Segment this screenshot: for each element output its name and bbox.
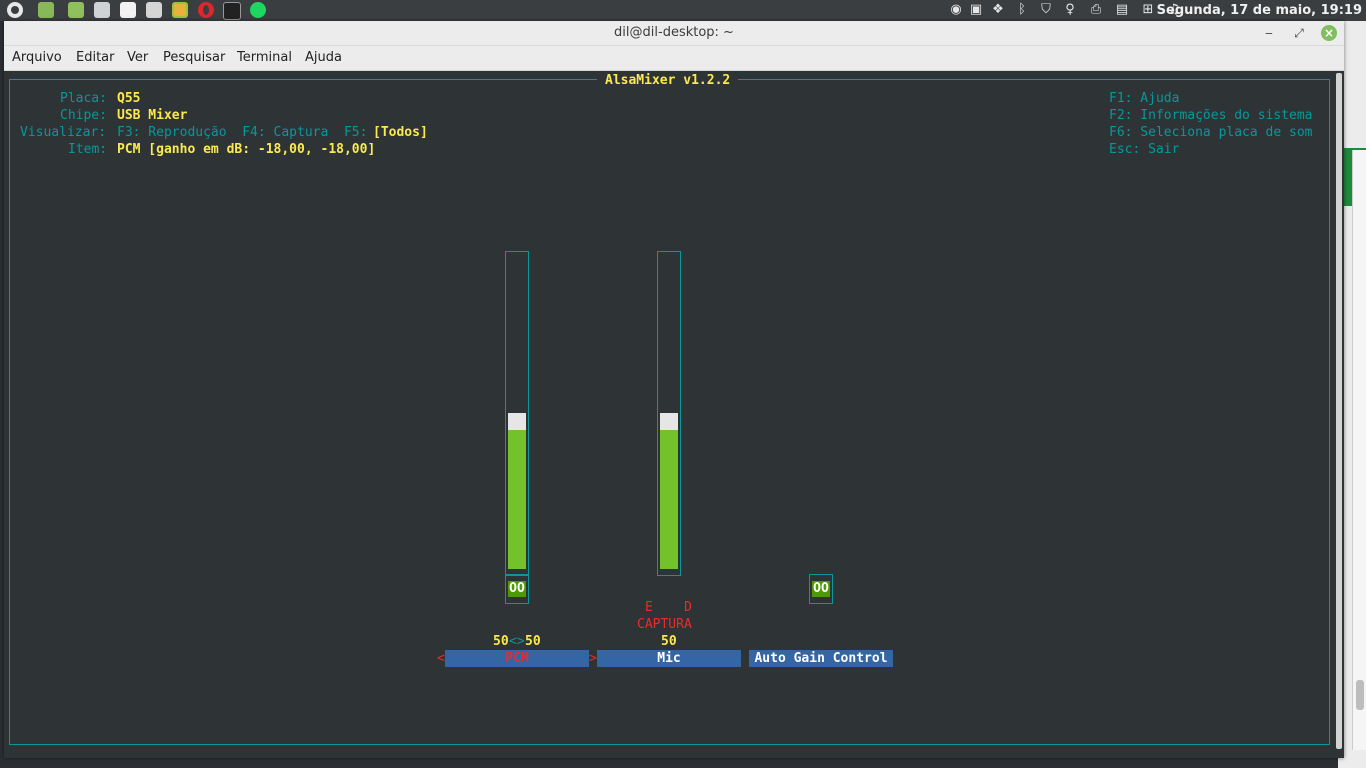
menu-arquivo[interactable]: Arquivo	[12, 50, 62, 65]
selected-right-arrow: >	[589, 651, 597, 666]
help-f6: F6: Seleciona placa de som	[1109, 125, 1313, 140]
maximize-button[interactable]: ⤢	[1291, 25, 1307, 41]
shield-icon[interactable]: ⛉	[1038, 2, 1054, 18]
terminal-scrollbar[interactable]	[1334, 71, 1344, 758]
agc-state: OO	[812, 581, 830, 597]
menu-editar[interactable]: Editar	[76, 50, 115, 65]
pcm-value-right: 50	[525, 634, 541, 649]
pcm-value-separator: <>	[509, 634, 525, 649]
folder-icon[interactable]	[68, 2, 84, 18]
pcm-mute-state: OO	[508, 581, 526, 597]
placa-label: Placa:	[60, 91, 107, 106]
calculator-icon[interactable]	[146, 2, 162, 18]
chipe-label: Chipe:	[60, 108, 107, 123]
mic-volume-knob[interactable]	[660, 413, 678, 430]
pcm-volume-level	[508, 430, 526, 569]
mic-volume-level	[660, 430, 678, 569]
menu-bar: Arquivo Editar Ver Pesquisar Terminal Aj…	[4, 46, 1344, 71]
files-icon[interactable]	[38, 2, 54, 18]
channel-label-mic[interactable]: Mic	[597, 650, 741, 667]
update-icon[interactable]: ◉	[948, 2, 964, 18]
agc-name: Auto Gain Control	[754, 651, 888, 666]
background-scrollbar-thumb	[1356, 680, 1364, 710]
menu-pesquisar[interactable]: Pesquisar	[163, 50, 225, 65]
visualizar-options: F3: Reprodução F4: Captura F5:	[117, 125, 368, 140]
mic-volume-fader[interactable]	[657, 251, 681, 576]
mixer-title: AlsaMixer v1.2.2	[597, 72, 739, 89]
pcm-name: PCM	[505, 651, 529, 666]
terminal-icon[interactable]	[223, 2, 241, 20]
redshift-icon[interactable]: ♀	[1062, 2, 1078, 18]
chrome-icon[interactable]	[172, 2, 188, 18]
menu-ver[interactable]: Ver	[127, 50, 148, 65]
item-value: PCM [ganho em dB: -18,00, -18,00]	[117, 142, 376, 157]
dropbox-icon[interactable]: ❖	[990, 2, 1006, 18]
menu-terminal[interactable]: Terminal	[237, 50, 292, 65]
channel-label-agc[interactable]: Auto Gain Control	[749, 650, 893, 667]
title-bar[interactable]: dil@dil-desktop: ~ ‒ ⤢ ×	[4, 21, 1344, 46]
mic-name: Mic	[657, 651, 681, 666]
help-f2: F2: Informações do sistema	[1109, 108, 1313, 123]
pcm-volume-fader[interactable]	[505, 251, 529, 576]
clock[interactable]: Segunda, 17 de maio, 19:19	[1157, 0, 1362, 21]
printer-icon[interactable]: ⎙	[1088, 2, 1104, 18]
terminal-window: dil@dil-desktop: ~ ‒ ⤢ × Arquivo Editar …	[4, 21, 1344, 758]
pcm-mute-toggle[interactable]: OO	[505, 574, 529, 604]
mic-capture-channels: E D	[645, 600, 692, 615]
channel-label-pcm[interactable]: PCM	[445, 650, 589, 667]
mic-value: 50	[661, 634, 677, 649]
top-panel: ◉ ▣ ❖ ᛒ ⛉ ♀ ⎙ ▤ ⊞ ♫ Segunda, 17 de maio,…	[0, 0, 1366, 21]
network-icon[interactable]: ⊞	[1140, 2, 1156, 18]
chipe-value: USB Mixer	[117, 108, 188, 123]
item-label: Item:	[68, 142, 108, 157]
menu-ajuda[interactable]: Ajuda	[305, 50, 342, 65]
settings-icon[interactable]	[94, 2, 110, 18]
visualizar-selected: [Todos]	[373, 125, 428, 140]
placa-value: Q55	[117, 91, 141, 106]
selected-left-arrow: <	[437, 651, 445, 666]
window-title: dil@dil-desktop: ~	[614, 25, 734, 40]
close-button[interactable]: ×	[1321, 25, 1337, 41]
agc-toggle[interactable]: OO	[809, 574, 833, 604]
text-editor-icon[interactable]	[120, 2, 136, 18]
visualizar-label: Visualizar:	[20, 125, 107, 140]
clipboard-icon[interactable]: ▣	[968, 2, 984, 18]
terminal-scrollbar-thumb[interactable]	[1336, 73, 1342, 749]
menu-icon[interactable]	[7, 2, 23, 18]
background-scrollbar	[1352, 150, 1366, 750]
spotify-icon[interactable]	[250, 2, 266, 18]
pcm-value-left: 50	[493, 634, 509, 649]
opera-icon[interactable]	[198, 2, 214, 18]
help-esc: Esc: Sair	[1109, 142, 1180, 157]
help-f1: F1: Ajuda	[1109, 91, 1180, 106]
terminal-content[interactable]: AlsaMixer v1.2.2 Placa: Q55 Chipe: USB M…	[4, 71, 1334, 758]
notes-icon[interactable]: ▤	[1114, 2, 1130, 18]
bluetooth-icon[interactable]: ᛒ	[1014, 2, 1030, 18]
pcm-volume-knob[interactable]	[508, 413, 526, 430]
mic-capture-label: CAPTURA	[637, 617, 692, 632]
minimize-button[interactable]: ‒	[1261, 25, 1277, 41]
